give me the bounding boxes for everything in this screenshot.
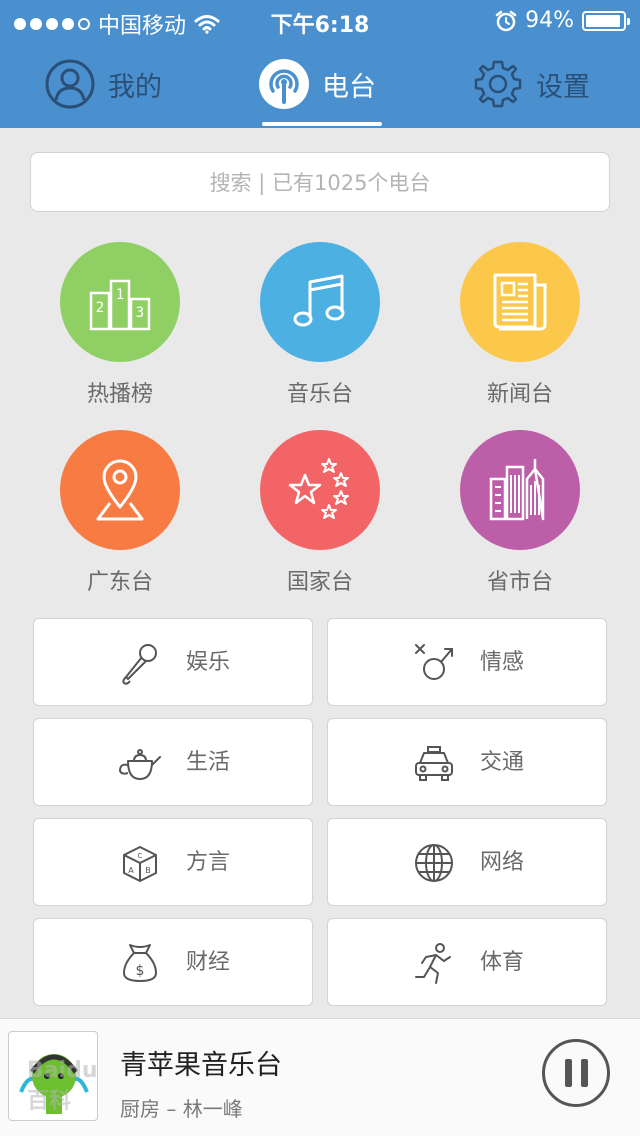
svg-text:3: 3 — [136, 305, 144, 321]
tile-label: 财经 — [186, 950, 231, 975]
now-playing-bar[interactable]: Baidu 百科 青苹果音乐台 厨房 – 林一峰 — [0, 1018, 640, 1136]
gear-icon — [474, 60, 522, 108]
music-note-icon — [260, 242, 380, 362]
cover-watermark: Baidu 百科 — [27, 1058, 98, 1114]
stars-icon — [260, 430, 380, 550]
globe-icon — [415, 844, 453, 882]
category-label: 国家台 — [286, 570, 353, 595]
battery-percent: 94% — [525, 8, 574, 33]
search-input[interactable]: 搜索 | 已有1025个电台 — [30, 152, 610, 212]
svg-text:B: B — [145, 866, 151, 875]
tile-label: 情感 — [480, 650, 525, 675]
tile-network[interactable]: 网络 — [327, 818, 607, 906]
status-bar: 中国移动 下午6:18 94% — [0, 0, 640, 40]
letter-blocks-icon: C A B — [123, 846, 157, 882]
tab-radio-label: 电台 — [322, 71, 376, 103]
category-music[interactable]: 音乐台 — [220, 242, 420, 408]
category-hot-chart[interactable]: 2 1 3 热播榜 — [20, 242, 220, 408]
category-label: 新闻台 — [486, 382, 553, 407]
search-placeholder: 搜索 | 已有1025个电台 — [209, 171, 431, 195]
status-right: 94% — [495, 8, 630, 33]
tile-dialect[interactable]: C A B 方言 — [33, 818, 313, 906]
svg-text:1: 1 — [116, 287, 124, 303]
tab-mine[interactable]: 我的 — [44, 40, 162, 128]
ranking-podium-icon: 2 1 3 — [60, 242, 180, 362]
category-label: 热播榜 — [86, 382, 153, 407]
category-guangdong[interactable]: 广东台 — [20, 430, 220, 596]
pause-icon — [564, 1059, 572, 1087]
category-label: 广东台 — [86, 570, 153, 595]
tab-settings[interactable]: 设置 — [472, 40, 590, 128]
money-bag-icon: $ — [123, 944, 157, 982]
category-news[interactable]: 新闻台 — [420, 242, 620, 408]
tile-emotion[interactable]: 情感 — [327, 618, 607, 706]
map-pin-icon — [60, 430, 180, 550]
svg-text:A: A — [128, 866, 134, 875]
tile-label: 交通 — [480, 750, 525, 775]
runner-icon — [415, 943, 451, 984]
radio-broadcast-icon — [259, 59, 309, 109]
track-info: 厨房 – 林一峰 — [120, 1097, 243, 1121]
svg-text:C: C — [138, 852, 143, 860]
newspaper-icon — [460, 242, 580, 362]
gender-symbol-icon — [415, 644, 453, 680]
user-profile-icon — [45, 59, 95, 109]
category-label: 音乐台 — [286, 382, 353, 407]
tile-traffic[interactable]: 交通 — [327, 718, 607, 806]
pause-button[interactable] — [542, 1039, 610, 1107]
tile-label: 网络 — [480, 850, 525, 875]
svg-text:2: 2 — [96, 300, 104, 316]
category-national[interactable]: 国家台 — [220, 430, 420, 596]
category-label: 省市台 — [486, 570, 553, 595]
tile-life[interactable]: 生活 — [33, 718, 313, 806]
tile-sports[interactable]: 体育 — [327, 918, 607, 1006]
taxi-icon — [415, 746, 453, 781]
tile-entertainment[interactable]: 娱乐 — [33, 618, 313, 706]
microphone-icon — [122, 644, 157, 685]
battery-fill — [586, 14, 620, 27]
station-name: 青苹果音乐台 — [120, 1050, 282, 1081]
battery-icon — [582, 10, 630, 31]
top-nav: 我的 电台 设置 — [0, 40, 640, 128]
tile-label: 方言 — [186, 850, 231, 875]
tab-mine-label: 我的 — [108, 71, 162, 103]
tile-label: 生活 — [186, 750, 231, 775]
alarm-clock-icon — [495, 10, 517, 31]
tab-radio[interactable]: 电台 — [258, 40, 376, 128]
category-provincial[interactable]: 省市台 — [420, 430, 620, 596]
active-tab-indicator — [262, 122, 382, 126]
tile-label: 娱乐 — [186, 650, 231, 675]
album-cover: Baidu 百科 — [8, 1031, 98, 1121]
teapot-icon — [118, 749, 161, 780]
tile-label: 体育 — [480, 950, 525, 975]
tile-finance[interactable]: $ 财经 — [33, 918, 313, 1006]
svg-text:$: $ — [136, 963, 145, 979]
tab-settings-label: 设置 — [536, 71, 590, 103]
buildings-icon — [460, 430, 580, 550]
